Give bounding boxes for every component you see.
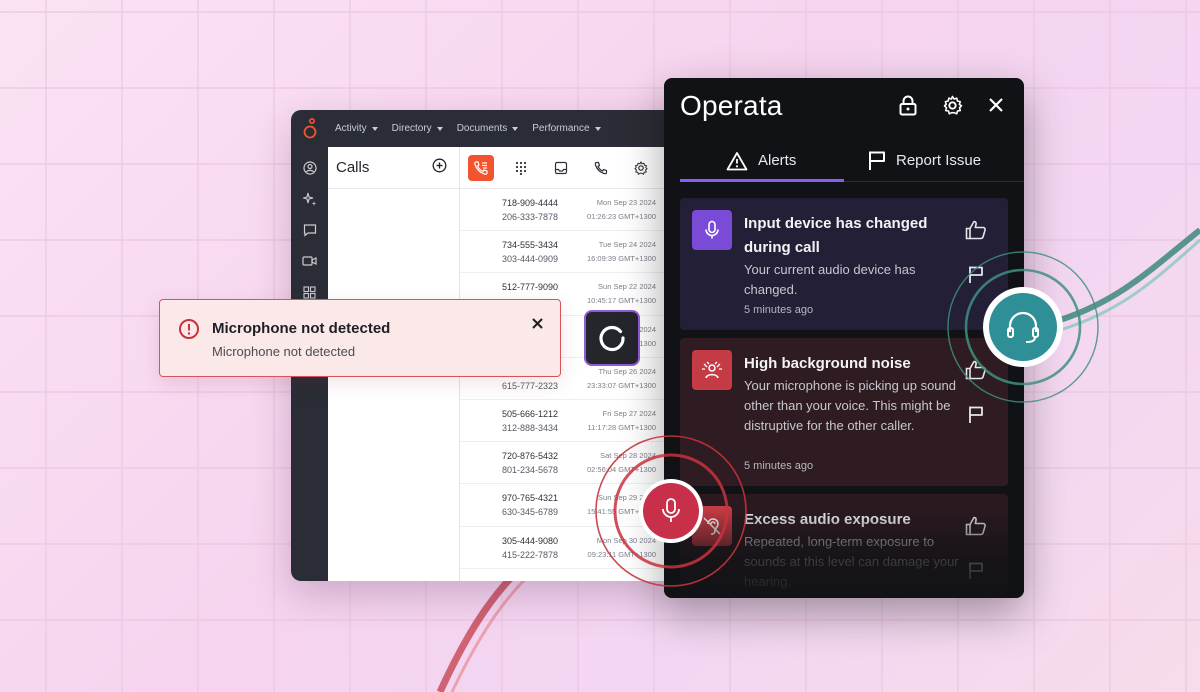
panel-settings-button[interactable] — [941, 94, 963, 116]
thumbs-up-icon — [965, 516, 986, 536]
phone-button[interactable] — [588, 155, 614, 181]
chevron-down-icon — [371, 126, 378, 131]
call-log-icon — [474, 160, 488, 175]
settings-button[interactable] — [628, 155, 654, 181]
menu-documents[interactable]: Documents — [457, 123, 519, 134]
alert-time: 5 minutes ago — [744, 304, 814, 316]
call-log-button[interactable] — [468, 154, 494, 181]
app-logo-icon — [291, 110, 328, 147]
flag-icon — [969, 562, 983, 579]
microphone-icon — [692, 210, 732, 250]
video-icon[interactable] — [301, 252, 319, 270]
noise-icon — [692, 350, 732, 390]
toast-message: Microphone not detected — [212, 344, 356, 359]
plus-circle-icon — [432, 158, 447, 172]
chat-icon[interactable] — [301, 221, 319, 239]
call-row[interactable]: 718-909-4444 206-333-7878 Mon Sep 23 202… — [460, 189, 681, 232]
tab-alerts[interactable]: Alerts — [726, 140, 796, 181]
thumbs-up-button[interactable] — [964, 514, 988, 538]
flag-button[interactable] — [964, 558, 988, 582]
panel-close-button[interactable] — [985, 94, 1007, 116]
warning-circle-icon — [179, 319, 199, 339]
gear-icon — [634, 160, 648, 175]
close-icon — [989, 98, 1003, 112]
add-call-button[interactable] — [432, 158, 447, 178]
operata-logo: Operata — [680, 90, 783, 121]
inbox-icon — [554, 161, 568, 174]
alert-title: Input device has changed during call — [744, 215, 928, 256]
gear-icon — [943, 95, 962, 115]
calls-header: Calls — [328, 147, 459, 189]
menu-directory[interactable]: Directory — [392, 123, 443, 134]
alert-title: Excess audio exposure — [744, 511, 911, 528]
sparkle-icon[interactable] — [301, 190, 319, 208]
alert-body: Your current audio device has changed. — [744, 262, 916, 297]
panel-tabs: Alerts Report Issue — [680, 140, 1024, 182]
alert-title: High background noise — [744, 355, 911, 372]
headset-signal-ring — [947, 251, 1099, 403]
thumbs-up-button[interactable] — [964, 218, 988, 242]
microphone-toast: Microphone not detected Microphone not d… — [159, 299, 561, 377]
call-list-toolbar — [460, 147, 681, 189]
app-menu: Activity Directory Documents Performance — [328, 123, 601, 134]
refresh-icon — [599, 325, 625, 352]
chevron-down-icon — [436, 126, 443, 131]
toast-title: Microphone not detected — [212, 320, 391, 337]
inbox-button[interactable] — [548, 155, 574, 181]
active-tab-indicator — [680, 179, 844, 182]
operata-app-badge[interactable] — [584, 310, 640, 366]
dialpad-button[interactable] — [508, 155, 534, 181]
alert-body: Repeated, long-term exposure to sounds a… — [744, 534, 959, 589]
dialpad-icon — [515, 161, 527, 175]
toast-close-button[interactable] — [528, 314, 546, 332]
chevron-down-icon — [594, 126, 601, 131]
tab-report-issue[interactable]: Report Issue — [868, 140, 981, 181]
flag-icon — [869, 151, 885, 170]
lock-button[interactable] — [897, 94, 919, 116]
warning-triangle-icon — [726, 151, 748, 170]
menu-performance[interactable]: Performance — [532, 123, 601, 134]
chevron-down-icon — [512, 126, 519, 131]
app-topbar: Activity Directory Documents Performance — [291, 110, 681, 147]
flag-icon — [969, 406, 983, 423]
phone-icon — [594, 161, 608, 174]
thumbs-up-icon — [965, 220, 986, 240]
call-row[interactable]: 734-555-3434 303-444-0909 Tue Sep 24 202… — [460, 231, 681, 274]
alert-body: Your microphone is picking up sound othe… — [744, 378, 956, 433]
user-icon[interactable] — [301, 159, 319, 177]
calls-title: Calls — [336, 159, 370, 176]
lock-icon — [899, 95, 917, 115]
close-icon — [531, 317, 543, 329]
microphone-signal-ring — [595, 435, 747, 587]
menu-activity[interactable]: Activity — [335, 123, 378, 134]
